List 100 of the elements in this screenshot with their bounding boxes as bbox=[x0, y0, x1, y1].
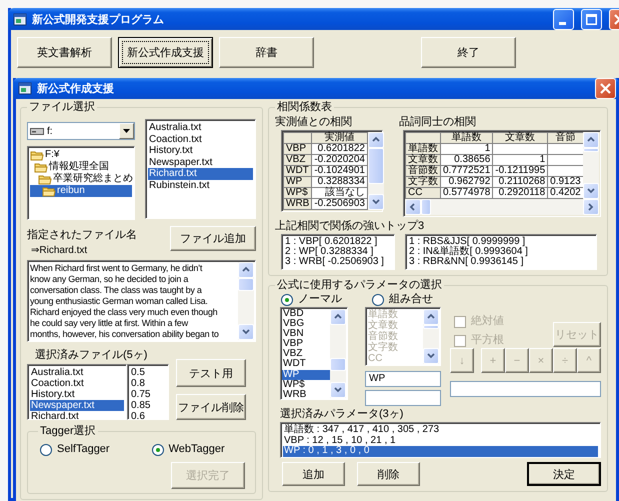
list-item[interactable]: WP$ bbox=[282, 380, 330, 390]
tree-item[interactable]: reibun bbox=[30, 185, 132, 197]
row-header: WP$ bbox=[284, 188, 312, 198]
list-item[interactable]: WDT bbox=[282, 359, 330, 370]
list-item[interactable]: History.txt bbox=[148, 145, 253, 156]
list-item[interactable]: Coaction.txt bbox=[148, 134, 253, 145]
table-cell: 0.6201822 bbox=[312, 144, 368, 154]
scrollbar[interactable] bbox=[583, 132, 599, 199]
field-label: 指定されたファイル名 bbox=[27, 229, 137, 242]
drive-dropdown[interactable]: f: bbox=[27, 122, 135, 140]
result-line: 3 : RBR&NN[ 0.9936145 ] bbox=[408, 257, 525, 267]
list-item[interactable]: 0.85 bbox=[130, 400, 166, 411]
toolbar-button[interactable]: 英文書解析 bbox=[17, 37, 112, 68]
row-header: WRB bbox=[284, 198, 312, 210]
table-cell: 0.962792 bbox=[440, 176, 493, 188]
file-name: ⇒Richard.txt bbox=[30, 244, 88, 257]
scrollbar-thumb[interactable] bbox=[330, 358, 346, 371]
row-header: CC bbox=[406, 188, 440, 198]
radio-button[interactable] bbox=[152, 444, 164, 456]
list-item: 文章数 bbox=[367, 320, 399, 331]
list-item[interactable]: VBN bbox=[282, 329, 330, 340]
folder-icon bbox=[34, 162, 48, 172]
list-item[interactable]: VBD bbox=[282, 309, 330, 320]
toolbar-button[interactable]: 終了 bbox=[421, 37, 516, 68]
row-header: 文字数 bbox=[406, 176, 440, 188]
add-file-button[interactable]: ファイル追加 bbox=[170, 226, 256, 251]
parameter-field[interactable]: WP bbox=[365, 371, 441, 387]
list-item[interactable]: 0.8 bbox=[130, 378, 166, 389]
list-item[interactable]: 0.6 bbox=[130, 411, 166, 419]
tree-item[interactable]: F:¥ bbox=[30, 149, 132, 161]
decide-button[interactable]: 決定 bbox=[527, 462, 601, 486]
formula-field[interactable] bbox=[450, 381, 601, 397]
chevron-down-icon[interactable] bbox=[333, 385, 343, 395]
delete-file-button[interactable]: ファイル削除 bbox=[176, 394, 246, 420]
input-field[interactable] bbox=[365, 390, 441, 406]
chevron-right-icon[interactable] bbox=[586, 202, 596, 212]
table-cell: 0.7772521 bbox=[440, 166, 493, 176]
chevron-down-icon[interactable] bbox=[241, 327, 251, 337]
scrollbar-thumb[interactable] bbox=[421, 199, 431, 215]
delete-button[interactable]: 削除 bbox=[357, 462, 420, 486]
close-button[interactable] bbox=[595, 78, 616, 99]
toolbar-button[interactable]: 辞書 bbox=[219, 37, 314, 68]
list-item[interactable]: History.txt bbox=[30, 389, 124, 400]
group-title: Tagger選択 bbox=[39, 425, 97, 438]
list-item[interactable]: Newspaper.txt bbox=[30, 400, 124, 411]
caret-icon bbox=[123, 129, 130, 133]
test-button[interactable]: テスト用 bbox=[176, 359, 246, 387]
add-button[interactable]: 追加 bbox=[282, 462, 345, 486]
drive-icon bbox=[30, 126, 44, 136]
list-item[interactable]: 0.75 bbox=[130, 389, 166, 400]
list-item[interactable]: WRB bbox=[282, 390, 330, 399]
list-item: 音節数 bbox=[367, 331, 399, 342]
list-item[interactable]: VBP : 12 , 15 , 10 , 21 , 1 bbox=[283, 436, 598, 446]
maximize-icon bbox=[586, 14, 597, 24]
scrollbar-thumb[interactable] bbox=[368, 148, 384, 184]
list-item[interactable]: Richard.txt bbox=[148, 168, 253, 180]
radio-button[interactable] bbox=[40, 444, 52, 456]
table-cell: 該当なし bbox=[312, 188, 368, 198]
toolbar-button[interactable]: 新公式作成支援 bbox=[118, 37, 213, 68]
list-item[interactable]: Newspaper.txt bbox=[148, 156, 253, 168]
list-item[interactable]: Australia.txt bbox=[30, 367, 124, 378]
scrollbar[interactable] bbox=[330, 309, 346, 398]
list-item[interactable]: Australia.txt bbox=[148, 122, 253, 134]
list-item[interactable]: VBP bbox=[282, 339, 330, 350]
scrollbar-thumb[interactable] bbox=[238, 278, 254, 291]
minimize-button[interactable] bbox=[553, 8, 574, 30]
chevron-down-icon[interactable] bbox=[586, 186, 596, 196]
tree-item[interactable]: 情報処理全国 bbox=[30, 161, 132, 173]
radio-label: WebTagger bbox=[168, 443, 225, 456]
preview-text: When Richard first went to Germany, he didn’t know any German, so he decided to join a conversation class. The class was taught by a young enthusiastic German woman called Lisa. Richard enjoyed the class very much even though he could say very little at first. Within a few months, however, his conversation ability began to bbox=[29, 262, 220, 340]
list-item[interactable]: Rubinstein.txt bbox=[148, 180, 253, 191]
list-item[interactable]: Richard.txt bbox=[30, 411, 124, 419]
maximize-button[interactable] bbox=[581, 8, 602, 30]
result-line: 3 : WRB[ -0.2506903 ] bbox=[284, 257, 385, 267]
list-item[interactable]: WP : 0 , 1 , 3 , 0 , 0 bbox=[283, 446, 598, 456]
folder-icon bbox=[38, 174, 52, 184]
scrollbar[interactable] bbox=[238, 262, 254, 340]
list-item[interactable]: 0.5 bbox=[130, 367, 166, 378]
window-icon bbox=[13, 12, 27, 26]
list-item[interactable]: WP bbox=[282, 370, 330, 380]
tree-item[interactable]: 卒業研究総まとめ bbox=[30, 173, 132, 185]
chevron-down-icon[interactable] bbox=[426, 351, 436, 361]
scrollbar[interactable] bbox=[405, 199, 599, 215]
scrollbar[interactable] bbox=[368, 132, 384, 210]
list-item[interactable]: Coaction.txt bbox=[30, 378, 124, 389]
radio-button[interactable] bbox=[281, 294, 293, 306]
list-item[interactable]: 単語数 : 347 , 417 , 410 , 305 , 273 bbox=[283, 425, 598, 436]
scrollbar-thumb[interactable] bbox=[583, 148, 599, 152]
list-item[interactable]: VBZ bbox=[282, 349, 330, 360]
table-cell: -0.1211995 bbox=[492, 166, 548, 176]
row-header: VBZ bbox=[284, 154, 312, 166]
group-title: 相関係数表 bbox=[276, 101, 333, 114]
checkbox-label: 平方根 bbox=[471, 334, 504, 347]
radio-label: ノーマル bbox=[298, 293, 342, 306]
radio-button[interactable] bbox=[372, 294, 384, 306]
table-title: 実測値との相関 bbox=[275, 116, 353, 129]
list-item[interactable]: VBG bbox=[282, 319, 330, 330]
table-cell: -0.2020204 bbox=[312, 154, 368, 166]
row-header: VBP bbox=[284, 144, 312, 154]
chevron-down-icon[interactable] bbox=[370, 197, 381, 207]
